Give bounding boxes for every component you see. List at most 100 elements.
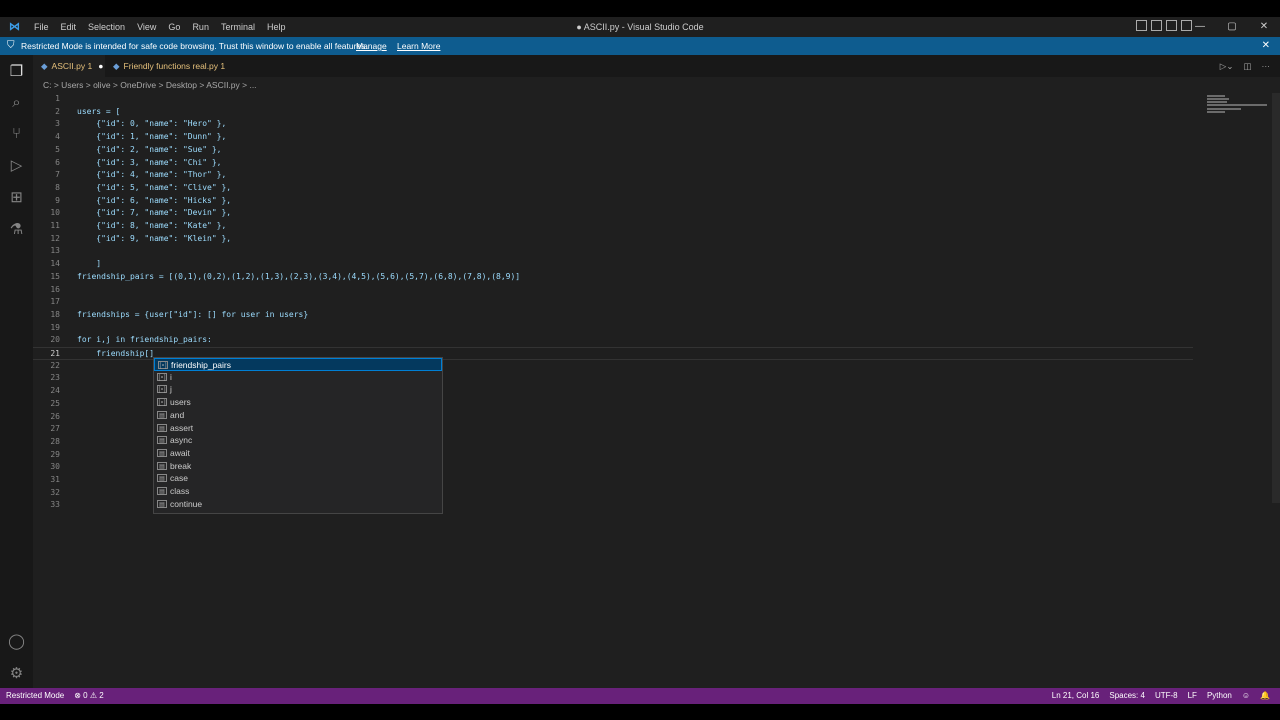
code-line[interactable]: 13 [33,245,1193,258]
line-number: 19 [50,322,60,332]
code-line[interactable]: 8 {"id": 5, "name": "Clive" }, [33,182,1193,195]
indentation-status[interactable]: Spaces: 4 [1109,688,1145,704]
line-number: 30 [50,462,60,472]
line-number: 2 [55,106,60,116]
suggestion-item[interactable]: [∘] i [154,371,442,384]
accounts-icon[interactable]: ◯ [8,633,25,650]
code-line[interactable]: 11 {"id": 8, "name": "Kate" }, [33,220,1193,233]
line-text: ] [77,259,102,269]
line-number: 10 [50,208,60,218]
code-line[interactable]: 6 {"id": 3, "name": "Chi" }, [33,157,1193,170]
code-line[interactable]: 5 {"id": 2, "name": "Sue" }, [33,144,1193,157]
line-text: {"id": 0, "name": "Hero" }, [77,119,227,129]
line-number: 27 [50,424,60,434]
suggestion-item[interactable]: [∘] users [154,396,442,409]
testing-icon[interactable]: ⚗ [8,221,25,238]
keyword-icon: ▤ [157,461,167,470]
code-line[interactable]: 9 {"id": 6, "name": "Hicks" }, [33,195,1193,208]
suggestion-item[interactable]: ▤ await [154,447,442,460]
run-debug-icon[interactable]: ▷ [8,157,25,174]
encoding-status[interactable]: UTF-8 [1155,688,1178,704]
menu-bar: File Edit Selection View Go Run Terminal… [28,17,291,37]
restricted-mode-status[interactable]: Restricted Mode [6,688,64,704]
python-file-icon: ◆ [113,61,120,71]
line-number: 33 [50,500,60,510]
cursor-position[interactable]: Ln 21, Col 16 [1052,688,1100,704]
banner-message: Restricted Mode is intended for safe cod… [21,41,368,51]
keyword-icon: ▤ [157,423,167,432]
toggle-secondary-sidebar-icon[interactable] [1166,20,1177,31]
code-line[interactable]: 19 [33,322,1193,335]
tab-friendly-functions[interactable]: ◆ Friendly functions real.py 1 [113,55,225,77]
menu-view[interactable]: View [131,17,162,37]
suggestion-label: assert [170,422,194,433]
line-text: friendships = {user["id"]: [] for user i… [77,309,309,319]
line-number: 22 [50,360,60,370]
suggestion-item[interactable]: ▤ async [154,434,442,447]
extensions-icon[interactable]: ⊞ [8,189,25,206]
code-line[interactable]: 3 {"id": 0, "name": "Hero" }, [33,118,1193,131]
minimap-line [1207,101,1227,103]
notifications-bell-icon[interactable]: 🔔 [1260,688,1270,704]
minimize-button[interactable]: — [1184,17,1216,37]
code-line[interactable]: 20 for i,j in friendship_pairs: [33,334,1193,347]
menu-run[interactable]: Run [186,17,215,37]
python-file-icon: ◆ [41,61,48,71]
run-file-icon[interactable]: ▷⌄ [1220,55,1234,77]
breadcrumb[interactable]: C: > Users > olive > OneDrive > Desktop … [43,77,257,93]
menu-go[interactable]: Go [162,17,186,37]
tab-label: ASCII.py [51,61,86,71]
search-icon[interactable]: ⌕ [8,94,25,111]
code-line[interactable]: 18 friendships = {user["id"]: [] for user… [33,309,1193,322]
more-actions-icon[interactable]: ··· [1262,55,1271,77]
explorer-icon[interactable]: ❐ [8,63,25,80]
source-control-icon[interactable]: ⑂ [8,125,25,142]
suggestion-item[interactable]: ▤ break [154,460,442,473]
close-banner-icon[interactable]: ✕ [1262,37,1270,55]
suggestion-item[interactable]: ▤ continue [154,498,442,511]
manage-link[interactable]: Manage [356,37,387,55]
menu-selection[interactable]: Selection [82,17,131,37]
manage-gear-icon[interactable]: ⚙ [8,665,25,682]
problems-status[interactable]: ⊗ 0 ⚠ 2 [74,688,103,704]
line-number: 14 [50,259,60,269]
menu-file[interactable]: File [28,17,55,37]
code-line[interactable]: 15 friendship_pairs = [(0,1),(0,2),(1,2),… [33,271,1193,284]
code-line[interactable]: 7 {"id": 4, "name": "Thor" }, [33,169,1193,182]
restore-button[interactable]: ▢ [1216,17,1248,37]
menu-edit[interactable]: Edit [55,17,83,37]
minimap[interactable] [1203,93,1268,133]
line-text: friendship_pairs = [(0,1),(0,2),(1,2),(1… [77,271,521,281]
eol-status[interactable]: LF [1188,688,1197,704]
feedback-icon[interactable]: ☺ [1242,688,1250,704]
unsaved-dot-icon[interactable]: ● [98,61,103,71]
code-line[interactable]: 10 {"id": 7, "name": "Devin" }, [33,207,1193,220]
menu-terminal[interactable]: Terminal [215,17,261,37]
toggle-panel-icon[interactable] [1151,20,1162,31]
toggle-sidebar-icon[interactable] [1136,20,1147,31]
split-editor-icon[interactable]: ◫ [1243,55,1251,77]
vertical-scrollbar[interactable] [1272,93,1280,503]
keyword-icon: ▤ [157,487,167,495]
line-number: 25 [50,398,60,408]
menu-help[interactable]: Help [261,17,292,37]
suggestion-item[interactable]: ▤ class [154,485,442,498]
code-line[interactable]: 14 ] [33,258,1193,271]
code-line[interactable]: 17 [33,296,1193,309]
code-line[interactable]: 4 {"id": 1, "name": "Dunn" }, [33,131,1193,144]
code-line[interactable]: 12 {"id": 9, "name": "Klein" }, [33,233,1193,246]
language-mode[interactable]: Python [1207,688,1232,704]
learn-more-link[interactable]: Learn More [397,37,440,55]
close-window-button[interactable]: ✕ [1248,17,1280,37]
line-number: 26 [50,411,60,421]
code-line[interactable]: 16 [33,284,1193,297]
suggestion-item[interactable]: [∘] j [154,383,442,396]
tab-ascii-py[interactable]: ◆ ASCII.py 1 ● [33,55,105,77]
suggestion-item[interactable]: ▤ case [154,472,442,485]
code-line[interactable]: 1 [33,93,1193,106]
code-line[interactable]: 2 users = [ [33,106,1193,119]
minimap-line [1207,111,1225,113]
suggestion-item[interactable]: [∘] friendship_pairs [154,358,442,371]
suggestion-item[interactable]: ▤ assert [154,422,442,435]
suggestion-item[interactable]: ▤ and [154,409,442,422]
